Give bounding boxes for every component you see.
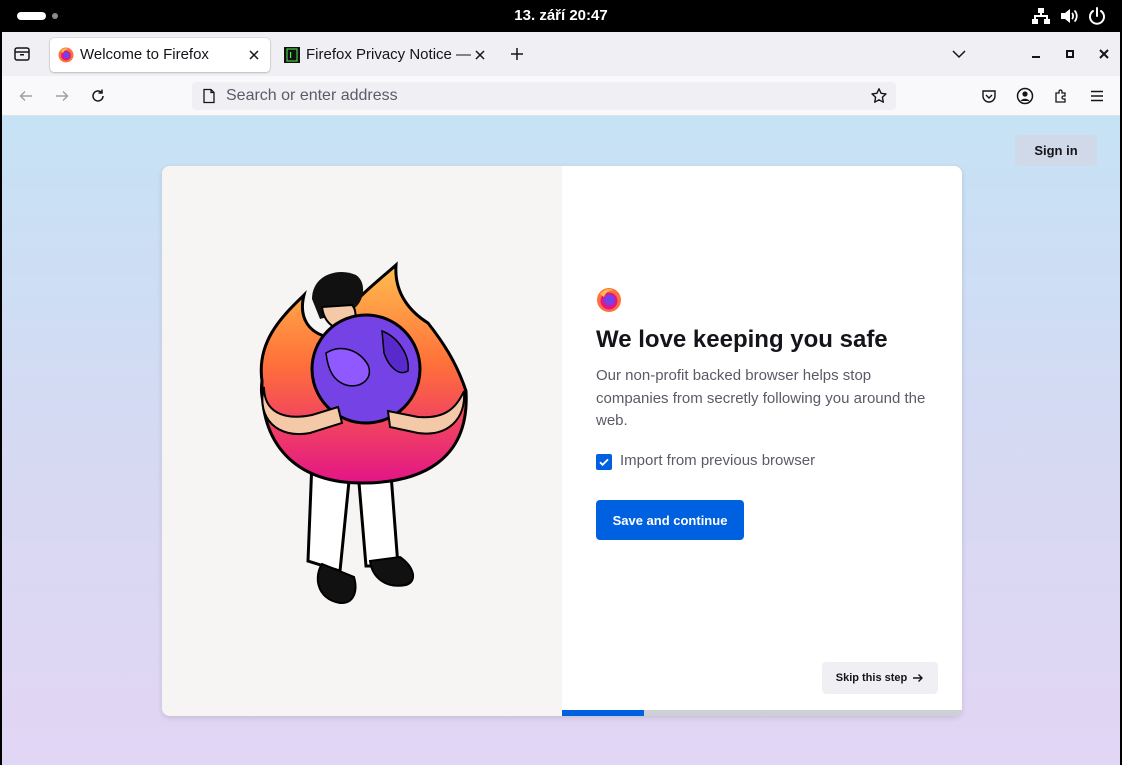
reload-icon [92, 89, 104, 102]
account-button[interactable] [1011, 82, 1039, 110]
onboarding-progress-bar [562, 710, 962, 716]
sign-in-button[interactable]: Sign in [1015, 135, 1097, 166]
tab-title: Welcome to Firefox [80, 46, 209, 63]
new-tab-button[interactable] [503, 40, 531, 68]
tab-privacy-notice[interactable]: Firefox Privacy Notice — Mozilla [276, 38, 492, 72]
system-clock[interactable]: 13. září 20:47 [0, 7, 1122, 24]
privacy-notice-favicon-icon [284, 47, 300, 63]
tab-strip: Welcome to Firefox Firefox Privacy Notic… [2, 32, 1120, 76]
check-icon [599, 458, 609, 467]
firefox-logo-icon [58, 47, 74, 63]
onboarding-progress-fill [562, 710, 644, 716]
account-icon [1016, 87, 1034, 105]
skip-step-label: Skip this step [835, 672, 908, 684]
list-all-tabs-button[interactable] [945, 40, 973, 68]
skip-step-button[interactable]: Skip this step [822, 662, 938, 694]
forward-arrow-icon [56, 90, 69, 102]
navigation-toolbar [2, 76, 1120, 116]
back-arrow-icon [19, 90, 32, 102]
search-input[interactable] [226, 82, 856, 110]
extensions-icon [1055, 89, 1066, 103]
onboarding-card: We love keeping you safe Our non-profit … [162, 166, 962, 716]
minimize-button[interactable] [1022, 40, 1050, 68]
pocket-icon [982, 90, 996, 103]
content-panel: We love keeping you safe Our non-profit … [562, 166, 962, 716]
illustration-panel [162, 166, 562, 716]
application-menu-button[interactable] [1083, 82, 1111, 110]
page-icon [203, 88, 215, 104]
back-button[interactable] [12, 82, 40, 110]
page-content: Sign in We love keeping you safe Our non… [2, 116, 1120, 765]
save-and-continue-button[interactable]: Save and continue [596, 500, 744, 540]
firefox-view-icon [14, 47, 30, 61]
hamburger-menu-icon [1091, 90, 1103, 102]
new-tab-icon [511, 48, 523, 60]
reload-button[interactable] [84, 82, 112, 110]
tab-title: Firefox Privacy Notice — Mozilla [306, 46, 471, 63]
page-title: We love keeping you safe [596, 326, 888, 353]
forward-button[interactable] [48, 82, 76, 110]
volume-icon[interactable] [1059, 6, 1079, 26]
tab-welcome[interactable]: Welcome to Firefox [50, 38, 270, 72]
person-hugging-globe-illustration [259, 261, 468, 605]
save-to-pocket-button[interactable] [975, 82, 1003, 110]
firefox-view-button[interactable] [8, 40, 36, 68]
maximize-button[interactable] [1056, 40, 1084, 68]
maximize-icon [1066, 50, 1074, 58]
firefox-window: Welcome to Firefox Firefox Privacy Notic… [2, 32, 1120, 765]
page-subtitle: Our non-profit backed browser helps stop… [596, 367, 926, 429]
tab-list-chevron-icon [952, 50, 966, 59]
import-checkbox-label[interactable]: Import from previous browser [620, 452, 815, 469]
close-icon[interactable] [246, 47, 262, 63]
extensions-button[interactable] [1047, 82, 1075, 110]
arrow-right-icon [913, 674, 924, 682]
minimize-icon [1032, 56, 1040, 58]
import-checkbox[interactable] [596, 454, 612, 470]
network-icon[interactable] [1031, 6, 1051, 26]
power-icon[interactable] [1087, 6, 1107, 26]
firefox-logo-icon [597, 288, 621, 312]
close-window-button[interactable] [1090, 40, 1118, 68]
bookmark-star-icon[interactable] [870, 87, 888, 105]
close-icon[interactable] [472, 47, 488, 63]
close-icon [1099, 49, 1109, 59]
address-bar[interactable] [192, 82, 896, 110]
system-top-bar: 13. září 20:47 [0, 0, 1122, 32]
